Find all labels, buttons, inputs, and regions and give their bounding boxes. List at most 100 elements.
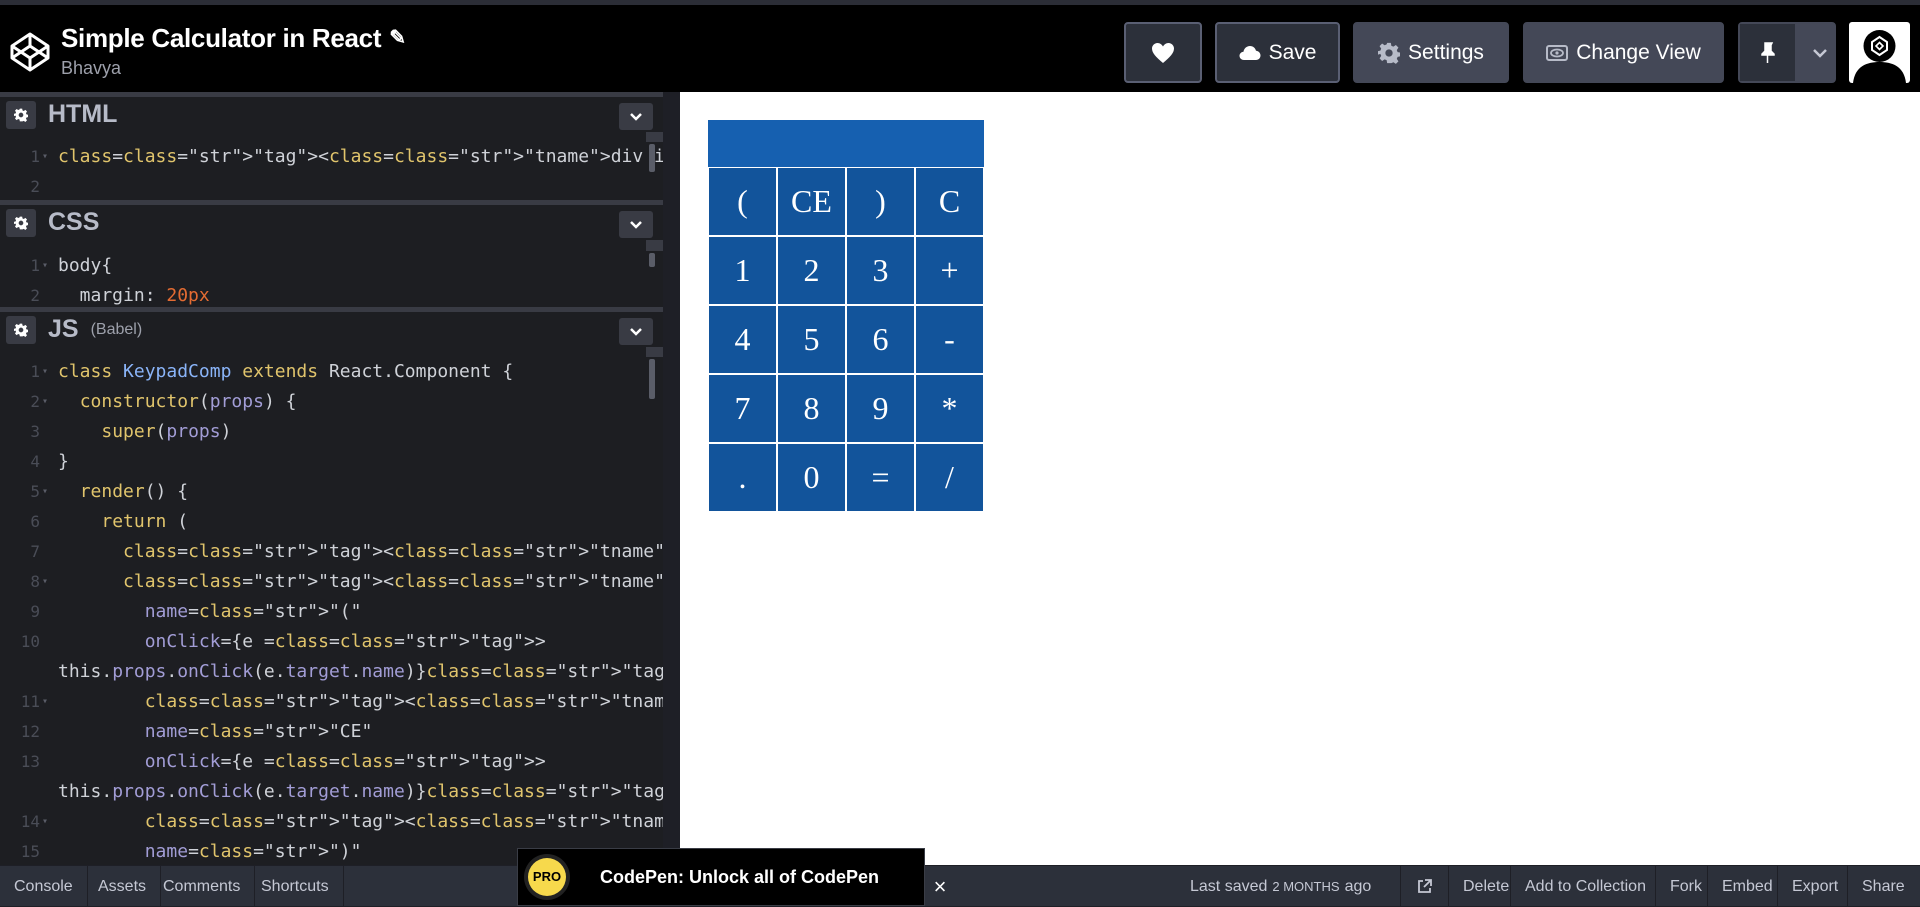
share-button[interactable]: Share [1847, 866, 1919, 907]
calculator-key[interactable]: C [915, 167, 984, 236]
code-line[interactable]: 8 ▾ class=class="str">"tag"><class=class=… [0, 567, 663, 597]
code-line[interactable]: 2 [0, 172, 663, 200]
calculator-key[interactable]: 9 [846, 374, 915, 443]
embed-button[interactable]: Embed [1707, 866, 1787, 907]
last-saved-suffix: ago [1344, 877, 1372, 895]
fold-toggle-icon[interactable]: ▾ [42, 687, 48, 717]
fold-toggle-icon[interactable]: ▾ [42, 251, 48, 281]
code-line[interactable]: 2 ▾ constructor(props) { [0, 387, 663, 417]
calculator-key[interactable]: 5 [777, 305, 846, 374]
calculator-key[interactable]: / [915, 443, 984, 512]
code-line[interactable]: 9 name=class="str">"(" [0, 597, 663, 627]
code-text: margin: 20px [58, 285, 210, 306]
calculator-key[interactable]: 4 [708, 305, 777, 374]
pen-author[interactable]: Bhavya [61, 58, 121, 79]
pencil-icon[interactable]: ✎ [389, 25, 406, 50]
add-to-collection-button[interactable]: Add to Collection [1510, 866, 1660, 907]
save-button[interactable]: Save [1215, 22, 1340, 83]
love-button[interactable] [1124, 22, 1202, 83]
comments-tab[interactable]: Comments [149, 866, 256, 907]
calculator-key[interactable]: 1 [708, 236, 777, 305]
calculator-key[interactable]: * [915, 374, 984, 443]
css-settings-button[interactable] [6, 208, 36, 237]
pen-title[interactable]: Simple Calculator in React ✎ [61, 23, 406, 54]
calculator-key[interactable]: CE [777, 167, 846, 236]
code-line[interactable]: 4} [0, 447, 663, 477]
fold-toggle-icon[interactable]: ▾ [42, 142, 48, 172]
code-line[interactable]: 1 ▾ class=class="str">"tag"><class=class="… [0, 142, 663, 172]
code-line[interactable]: 5 ▾ render() { [0, 477, 663, 507]
fold-toggle-icon[interactable]: ▾ [42, 807, 48, 837]
external-link-icon [1418, 879, 1432, 893]
codepen-logo-icon[interactable] [8, 30, 52, 74]
calculator-key[interactable]: 7 [708, 374, 777, 443]
css-pane-menu-button[interactable] [619, 211, 653, 238]
code-line[interactable]: 14 ▾ class=class="str">"tag"><class=class… [0, 807, 663, 837]
html-settings-button[interactable] [6, 100, 36, 129]
code-line[interactable]: this.props.onClick(e.target.name)}class=… [0, 657, 663, 687]
pro-promo-banner[interactable]: PRO CodePen: Unlock all of CodePen [517, 848, 925, 906]
code-text: name=class="str">"(" [144, 601, 362, 622]
calculator-key[interactable]: 6 [846, 305, 915, 374]
change-view-label: Change View [1576, 40, 1701, 64]
code-text: class=class="str">"tag"><class=class="st… [123, 571, 663, 592]
chevron-down-icon [630, 221, 642, 229]
user-avatar[interactable] [1849, 22, 1910, 83]
css-code-editor[interactable]: 1 ▾ body{2 margin: 20px [0, 251, 663, 307]
js-code-editor[interactable]: 1 ▾ class KeypadComp extends React.Compone… [0, 357, 663, 865]
calculator-key[interactable]: ( [708, 167, 777, 236]
js-pane-header[interactable]: JS (Babel) [0, 307, 663, 347]
console-tab[interactable]: Console [0, 866, 88, 907]
code-line[interactable]: 1 ▾ body{ [0, 251, 663, 281]
pin-dropdown-button[interactable] [1805, 24, 1834, 81]
calculator-key[interactable]: 2 [777, 236, 846, 305]
fold-toggle-icon[interactable]: ▾ [42, 567, 48, 597]
code-line[interactable]: 7 class=class="str">"tag"><class=class="… [0, 537, 663, 567]
pin-button[interactable] [1740, 24, 1798, 81]
fold-toggle-icon[interactable]: ▾ [42, 477, 48, 507]
line-number: 11 [20, 692, 40, 711]
html-code-editor[interactable]: 1 ▾ class=class="str">"tag"><class=class="… [0, 142, 663, 200]
html-pane-menu-button[interactable] [619, 103, 653, 130]
code-line[interactable]: 12 name=class="str">"CE" [0, 717, 663, 747]
close-promo-button[interactable]: × [928, 874, 952, 900]
code-line[interactable]: 1 ▾ class KeypadComp extends React.Compone… [0, 357, 663, 387]
css-pane-title: CSS [48, 208, 100, 236]
code-line[interactable]: 11 ▾ class=class="str">"tag"><class=class… [0, 687, 663, 717]
change-view-button[interactable]: Change View [1523, 22, 1724, 83]
shortcuts-tab[interactable]: Shortcuts [247, 866, 344, 907]
js-settings-button[interactable] [6, 315, 36, 344]
code-text: name=class="str">"CE" [144, 721, 373, 742]
result-preview[interactable]: (CE) C 1 2 3 +4 5 6- 7 8 9 *. 0 = / [680, 92, 1920, 865]
export-button[interactable]: Export [1777, 866, 1852, 907]
calculator-key[interactable]: ) [846, 167, 915, 236]
calculator-keypad: (CE) C 1 2 3 +4 5 6- 7 8 9 *. 0 = / [708, 167, 984, 512]
code-line[interactable]: 3 super(props) [0, 417, 663, 447]
calculator-key[interactable]: = [846, 443, 915, 512]
save-label: Save [1268, 40, 1317, 64]
footer-bar: Console Assets Comments Shortcuts Last s… [0, 865, 1920, 907]
open-external-button[interactable] [1400, 866, 1448, 907]
js-pane-title: JS [48, 315, 79, 343]
calculator-key[interactable]: 3 [846, 236, 915, 305]
js-pane-menu-button[interactable] [619, 318, 653, 345]
calculator-key[interactable]: 0 [777, 443, 846, 512]
calculator-key[interactable]: - [915, 305, 984, 374]
code-line[interactable]: 2 margin: 20px [0, 281, 663, 307]
code-line[interactable]: this.props.onClick(e.target.name)}class=… [0, 777, 663, 807]
line-number: 2 [30, 286, 40, 305]
line-number: 4 [30, 452, 40, 471]
calculator-key[interactable]: 8 [777, 374, 846, 443]
code-line[interactable]: 10 onClick={e =class=class="str">"tag">> [0, 627, 663, 657]
html-pane-header[interactable]: HTML [0, 92, 663, 132]
calculator-key[interactable]: + [915, 236, 984, 305]
code-text: render() { [79, 481, 189, 502]
code-line[interactable]: 6 return ( [0, 507, 663, 537]
calculator-key[interactable]: . [708, 443, 777, 512]
css-pane-header[interactable]: CSS [0, 200, 663, 240]
settings-button[interactable]: Settings [1353, 22, 1509, 83]
fold-toggle-icon[interactable]: ▾ [42, 387, 48, 417]
code-line[interactable]: 13 onClick={e =class=class="str">"tag">> [0, 747, 663, 777]
heart-icon [1152, 42, 1174, 63]
fold-toggle-icon[interactable]: ▾ [42, 357, 48, 387]
